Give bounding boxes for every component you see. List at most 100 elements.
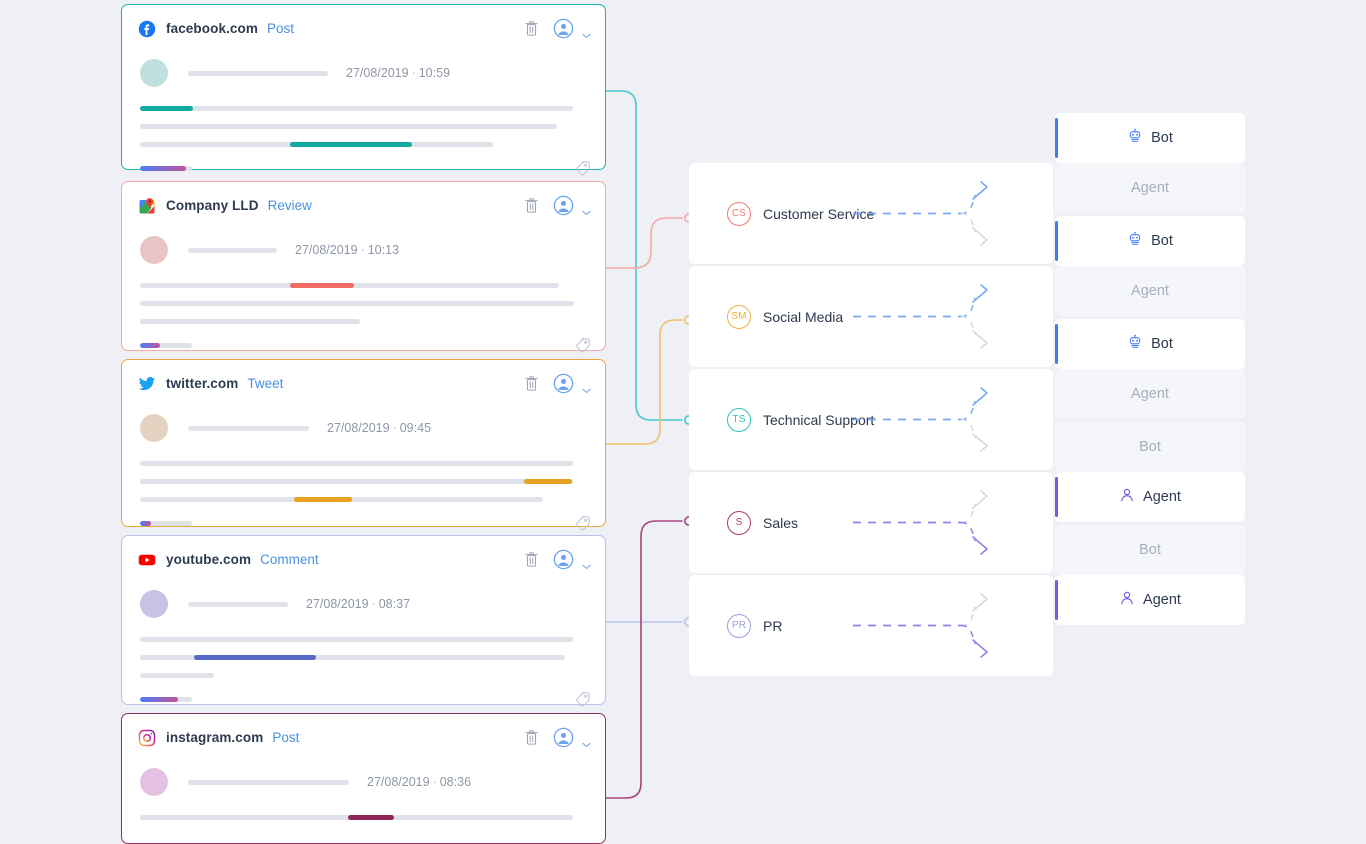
mention-text-line <box>140 283 559 288</box>
person-icon <box>1119 487 1135 507</box>
mention-time: 08:36 <box>440 775 471 789</box>
department-card[interactable]: CSCustomer Service <box>689 163 1053 264</box>
mention-line-highlight <box>140 106 193 111</box>
trash-icon[interactable] <box>524 197 539 214</box>
assign-option-bot[interactable]: Bot <box>1055 319 1245 369</box>
mention-timestamp: 27/08/2019·09:45 <box>327 421 431 435</box>
assign-option-agent[interactable]: Agent <box>1055 472 1245 522</box>
assign-option-label: Agent <box>1131 386 1169 402</box>
chevron-down-icon[interactable] <box>582 203 591 209</box>
chevron-down-icon[interactable] <box>582 735 591 741</box>
mention-card[interactable]: Company LLDReview27/08/2019·10:13 <box>121 181 606 351</box>
tag-icon[interactable] <box>574 160 591 177</box>
user-circle-icon[interactable] <box>553 195 574 216</box>
assignment-options: Bot Agent <box>1055 216 1245 316</box>
user-circle-icon[interactable] <box>553 373 574 394</box>
mention-text-block <box>140 461 591 502</box>
author-name-placeholder <box>188 602 288 607</box>
tag-icon[interactable] <box>574 515 591 532</box>
mention-kind-label[interactable]: Review <box>268 198 312 213</box>
mention-time: 10:59 <box>419 66 450 80</box>
trash-icon[interactable] <box>524 729 539 746</box>
assign-option-agent[interactable]: Agent <box>1055 163 1245 213</box>
google-maps-icon <box>138 197 156 215</box>
connector-company-lld-to-customer-service <box>606 214 693 268</box>
mention-card-actions <box>524 549 591 570</box>
assign-option-bot[interactable]: Bot <box>1055 525 1245 575</box>
user-circle-icon[interactable] <box>553 18 574 39</box>
tag-icon[interactable] <box>574 691 591 708</box>
mention-card-header: facebook.comPost <box>122 5 605 41</box>
mention-kind-label[interactable]: Comment <box>260 552 319 567</box>
mention-author-row: 27/08/2019·10:13 <box>140 230 591 270</box>
department-initials: PR <box>732 620 746 631</box>
mention-kind-label[interactable]: Post <box>267 21 294 36</box>
mention-kind-label[interactable]: Post <box>272 730 299 745</box>
mention-card[interactable]: youtube.comComment27/08/2019·08:37 <box>121 535 606 705</box>
connector-youtube-to-pr <box>606 618 693 626</box>
mention-author-row: 27/08/2019·09:45 <box>140 408 591 448</box>
mention-kind-label[interactable]: Tweet <box>247 376 283 391</box>
connector-instagram-to-sales <box>606 517 693 798</box>
mention-date: 27/08/2019 <box>346 66 409 80</box>
mention-card[interactable]: instagram.comPost27/08/2019·08:36 <box>121 713 606 844</box>
assign-option-bot[interactable]: Bot <box>1055 422 1245 472</box>
mention-date: 27/08/2019 <box>367 775 430 789</box>
mention-text-line <box>140 301 574 306</box>
assign-option-label: Agent <box>1131 180 1169 196</box>
assignment-options: BotAgent <box>1055 422 1245 522</box>
mention-author-row: 27/08/2019·08:36 <box>140 762 591 802</box>
youtube-icon <box>138 551 156 569</box>
routing-arrow <box>853 369 1053 470</box>
connector-twitter-to-social-media <box>606 316 693 444</box>
sentiment-bar <box>140 343 192 348</box>
chevron-down-icon[interactable] <box>582 26 591 32</box>
mention-text-block <box>140 815 591 820</box>
user-circle-icon[interactable] <box>553 549 574 570</box>
user-circle-icon[interactable] <box>553 727 574 748</box>
department-card[interactable]: PRPR <box>689 575 1053 676</box>
robot-icon <box>1127 334 1143 354</box>
connector-facebook-to-technical-support <box>606 91 693 424</box>
robot-icon <box>1127 128 1143 148</box>
department-card[interactable]: SSales <box>689 472 1053 573</box>
chevron-down-icon[interactable] <box>582 381 591 387</box>
sentiment-fill <box>140 521 151 526</box>
mention-text-line <box>140 142 493 147</box>
mention-text-line <box>140 319 360 324</box>
assign-option-bot[interactable]: Bot <box>1055 216 1245 266</box>
mention-card-actions <box>524 18 591 39</box>
assign-option-label: Agent <box>1143 592 1181 608</box>
assign-option-agent[interactable]: Agent <box>1055 369 1245 419</box>
author-name-placeholder <box>188 780 349 785</box>
mention-card[interactable]: facebook.comPost 27/08/2019·10:59 <box>121 4 606 170</box>
assign-option-agent[interactable]: Agent <box>1055 266 1245 316</box>
author-name-placeholder <box>188 426 309 431</box>
assignment-options: Bot Agent <box>1055 319 1245 419</box>
tag-icon[interactable] <box>574 337 591 354</box>
trash-icon[interactable] <box>524 20 539 37</box>
mention-timestamp: 27/08/2019·08:37 <box>306 597 410 611</box>
department-card[interactable]: TSTechnical Support <box>689 369 1053 470</box>
mention-text-line <box>140 124 557 129</box>
trash-icon[interactable] <box>524 375 539 392</box>
assign-option-agent[interactable]: Agent <box>1055 575 1245 625</box>
mention-text-line <box>140 673 214 678</box>
mention-timestamp: 27/08/2019·08:36 <box>367 775 471 789</box>
mention-text-line <box>140 461 573 466</box>
trash-icon[interactable] <box>524 551 539 568</box>
department-card[interactable]: SMSocial Media <box>689 266 1053 367</box>
mention-card[interactable]: twitter.comTweet27/08/2019·09:45 <box>121 359 606 527</box>
chevron-down-icon[interactable] <box>582 557 591 563</box>
timestamp-separator: · <box>412 66 416 80</box>
department-list: CSCustomer ServiceBotAgentSMSocial Media… <box>689 163 1245 676</box>
mention-text-line <box>140 637 573 642</box>
routing-arrow <box>853 472 1053 573</box>
avatar <box>140 590 168 618</box>
assign-option-bot[interactable]: Bot <box>1055 113 1245 163</box>
mention-time: 08:37 <box>379 597 410 611</box>
mention-card-body: 27/08/2019·10:59 <box>122 41 605 191</box>
department-badge: TS <box>727 408 751 432</box>
mention-date: 27/08/2019 <box>306 597 369 611</box>
assign-option-label: Bot <box>1151 233 1173 249</box>
